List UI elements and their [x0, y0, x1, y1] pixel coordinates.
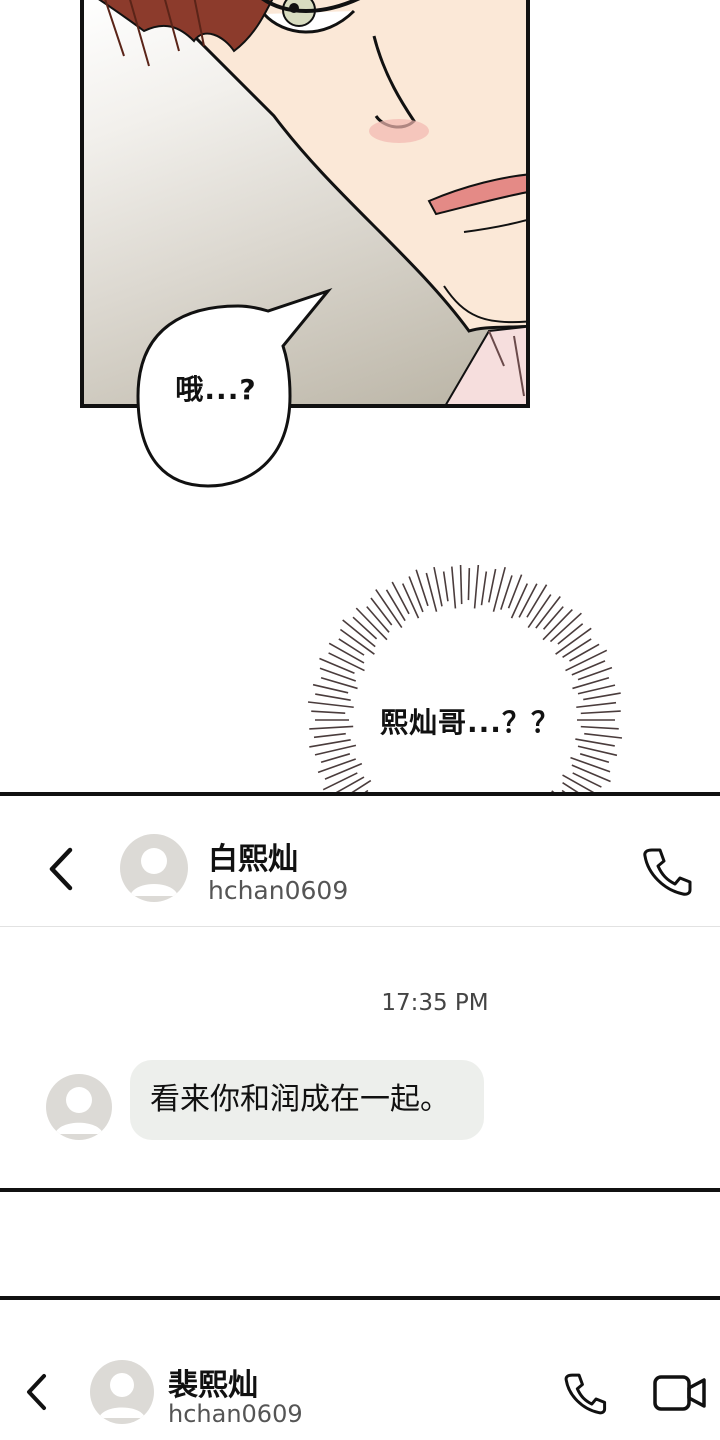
- burst-line: [433, 566, 443, 607]
- burst-line: [391, 581, 410, 615]
- chevron-left-icon[interactable]: [42, 844, 82, 894]
- burst-line: [557, 623, 584, 645]
- burst-line: [577, 684, 616, 695]
- message-bubble[interactable]: 看来你和润成在一起。: [130, 1060, 484, 1140]
- burst-line: [518, 583, 538, 618]
- speech-text: 哦...?: [175, 373, 257, 406]
- video-camera-icon[interactable]: [652, 1372, 708, 1414]
- burst-line: [370, 597, 393, 626]
- contact-id: hchan0609: [168, 1400, 303, 1428]
- contact-name: 白熙灿: [208, 842, 298, 877]
- burst-line: [366, 606, 390, 633]
- burst-line: [401, 583, 420, 619]
- burst-line: [571, 764, 611, 783]
- burst-line: [510, 583, 529, 619]
- burst-line: [352, 616, 378, 640]
- burst-line: [459, 565, 463, 605]
- burst-line: [320, 753, 351, 764]
- burst-line: [473, 565, 480, 609]
- burst-line: [322, 772, 358, 791]
- burst-line: [442, 571, 449, 602]
- burst-text: 熙灿哥...？？: [380, 706, 560, 739]
- phone-icon[interactable]: [640, 844, 694, 898]
- default-avatar-icon[interactable]: [90, 1360, 154, 1424]
- burst-line: [314, 744, 357, 756]
- chat-header: 白熙灿 hchan0609: [0, 796, 720, 927]
- burst-line: [319, 657, 355, 675]
- burst-line: [328, 652, 365, 672]
- burst-line: [562, 638, 592, 658]
- phone-chat-panel: 白熙灿 hchan0609 17:35 PM 看来你和润成在一起。: [0, 792, 720, 1192]
- chevron-left-icon[interactable]: [20, 1370, 54, 1414]
- burst-line: [571, 660, 606, 676]
- message-timestamp: 17:35 PM: [381, 990, 489, 1016]
- burst-line: [488, 568, 497, 603]
- burst-line: [467, 568, 471, 601]
- burst-line: [569, 643, 600, 662]
- burst-line: [542, 606, 564, 630]
- default-avatar-icon[interactable]: [46, 1074, 112, 1140]
- burst-line: [312, 683, 349, 694]
- burst-line: [570, 756, 611, 773]
- burst-line: [579, 753, 610, 764]
- burst-line: [583, 692, 621, 701]
- burst-line: [324, 762, 363, 780]
- burst-line: [480, 571, 488, 606]
- burst-line: [338, 638, 365, 656]
- bottom-chat-header: 裴熙灿 hchan0609: [0, 1296, 720, 1440]
- burst-line: [315, 693, 351, 702]
- phone-icon[interactable]: [562, 1370, 608, 1416]
- burst-line: [385, 589, 406, 622]
- burst-line: [577, 745, 618, 757]
- burst-line: [451, 566, 457, 609]
- burst-line: [526, 584, 548, 618]
- burst-line: [328, 642, 365, 664]
- contact-name: 裴熙灿: [168, 1368, 258, 1403]
- default-avatar-icon[interactable]: [120, 834, 188, 902]
- contact-id: hchan0609: [208, 876, 349, 905]
